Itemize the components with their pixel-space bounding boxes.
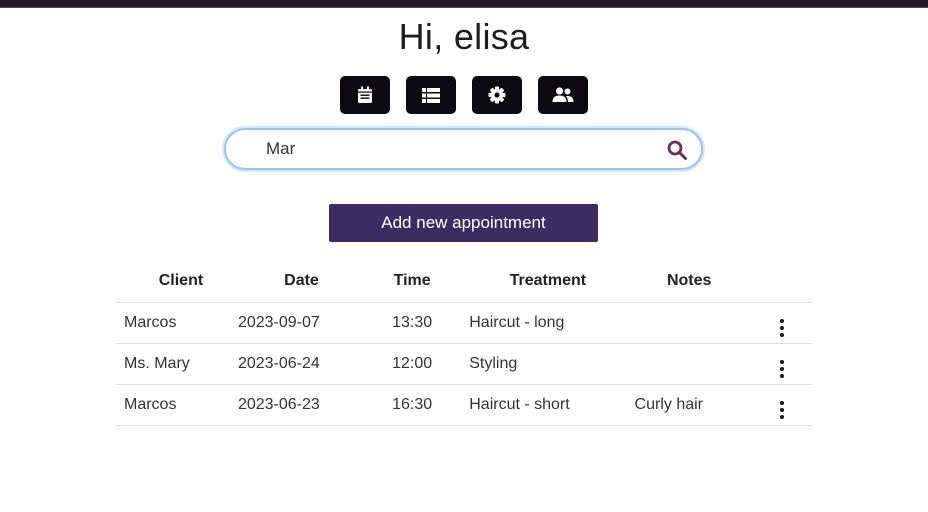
- cell-time: 13:30: [365, 302, 460, 344]
- cell-notes: Curly hair: [626, 384, 752, 426]
- cell-client: Marcos: [116, 384, 238, 426]
- cell-treatment: Haircut - long: [459, 302, 627, 344]
- table-row[interactable]: Marcos 2023-09-07 13:30 Haircut - long: [116, 302, 812, 344]
- toolbar: [340, 76, 588, 114]
- top-bar: [0, 0, 928, 8]
- appointments-table: Client Date Time Treatment Notes Marcos …: [116, 260, 812, 426]
- settings-button[interactable]: [472, 76, 522, 114]
- table-row[interactable]: Marcos 2023-06-23 16:30 Haircut - short …: [116, 384, 812, 426]
- table-view-button[interactable]: [406, 76, 456, 114]
- cell-treatment: Haircut - short: [459, 384, 627, 426]
- cell-notes: [626, 343, 752, 385]
- cell-treatment: Styling: [459, 343, 627, 385]
- header-treatment[interactable]: Treatment: [459, 260, 627, 303]
- table-icon: [422, 87, 440, 103]
- search-bar: [224, 128, 703, 170]
- header-actions: [751, 260, 812, 303]
- more-options-icon[interactable]: [779, 400, 784, 419]
- cell-notes: [626, 302, 752, 344]
- calendar-icon: [358, 86, 372, 103]
- header-client[interactable]: Client: [116, 260, 238, 303]
- gear-icon: [488, 86, 506, 104]
- cell-time: 12:00: [365, 343, 460, 385]
- header-date[interactable]: Date: [237, 260, 366, 303]
- page-title: Hi, elisa: [398, 16, 530, 57]
- row-actions: [751, 343, 812, 385]
- cell-client: Ms. Mary: [116, 343, 238, 385]
- cell-date: 2023-09-07: [237, 302, 366, 344]
- search-input[interactable]: [266, 138, 646, 160]
- users-icon: [552, 87, 574, 102]
- cell-date: 2023-06-23: [237, 384, 366, 426]
- header-time[interactable]: Time: [365, 260, 460, 303]
- row-actions: [751, 302, 812, 344]
- table-row[interactable]: Ms. Mary 2023-06-24 12:00 Styling: [116, 343, 812, 385]
- table-header-row: Client Date Time Treatment Notes: [116, 260, 812, 303]
- cell-date: 2023-06-24: [237, 343, 366, 385]
- cell-time: 16:30: [365, 384, 460, 426]
- users-button[interactable]: [538, 76, 588, 114]
- calendar-button[interactable]: [340, 76, 390, 114]
- header-notes[interactable]: Notes: [626, 260, 752, 303]
- search-icon[interactable]: [667, 140, 687, 160]
- row-actions: [751, 384, 812, 426]
- more-options-icon[interactable]: [779, 359, 784, 378]
- add-appointment-button[interactable]: Add new appointment: [329, 204, 598, 242]
- cell-client: Marcos: [116, 302, 238, 344]
- more-options-icon[interactable]: [779, 318, 784, 337]
